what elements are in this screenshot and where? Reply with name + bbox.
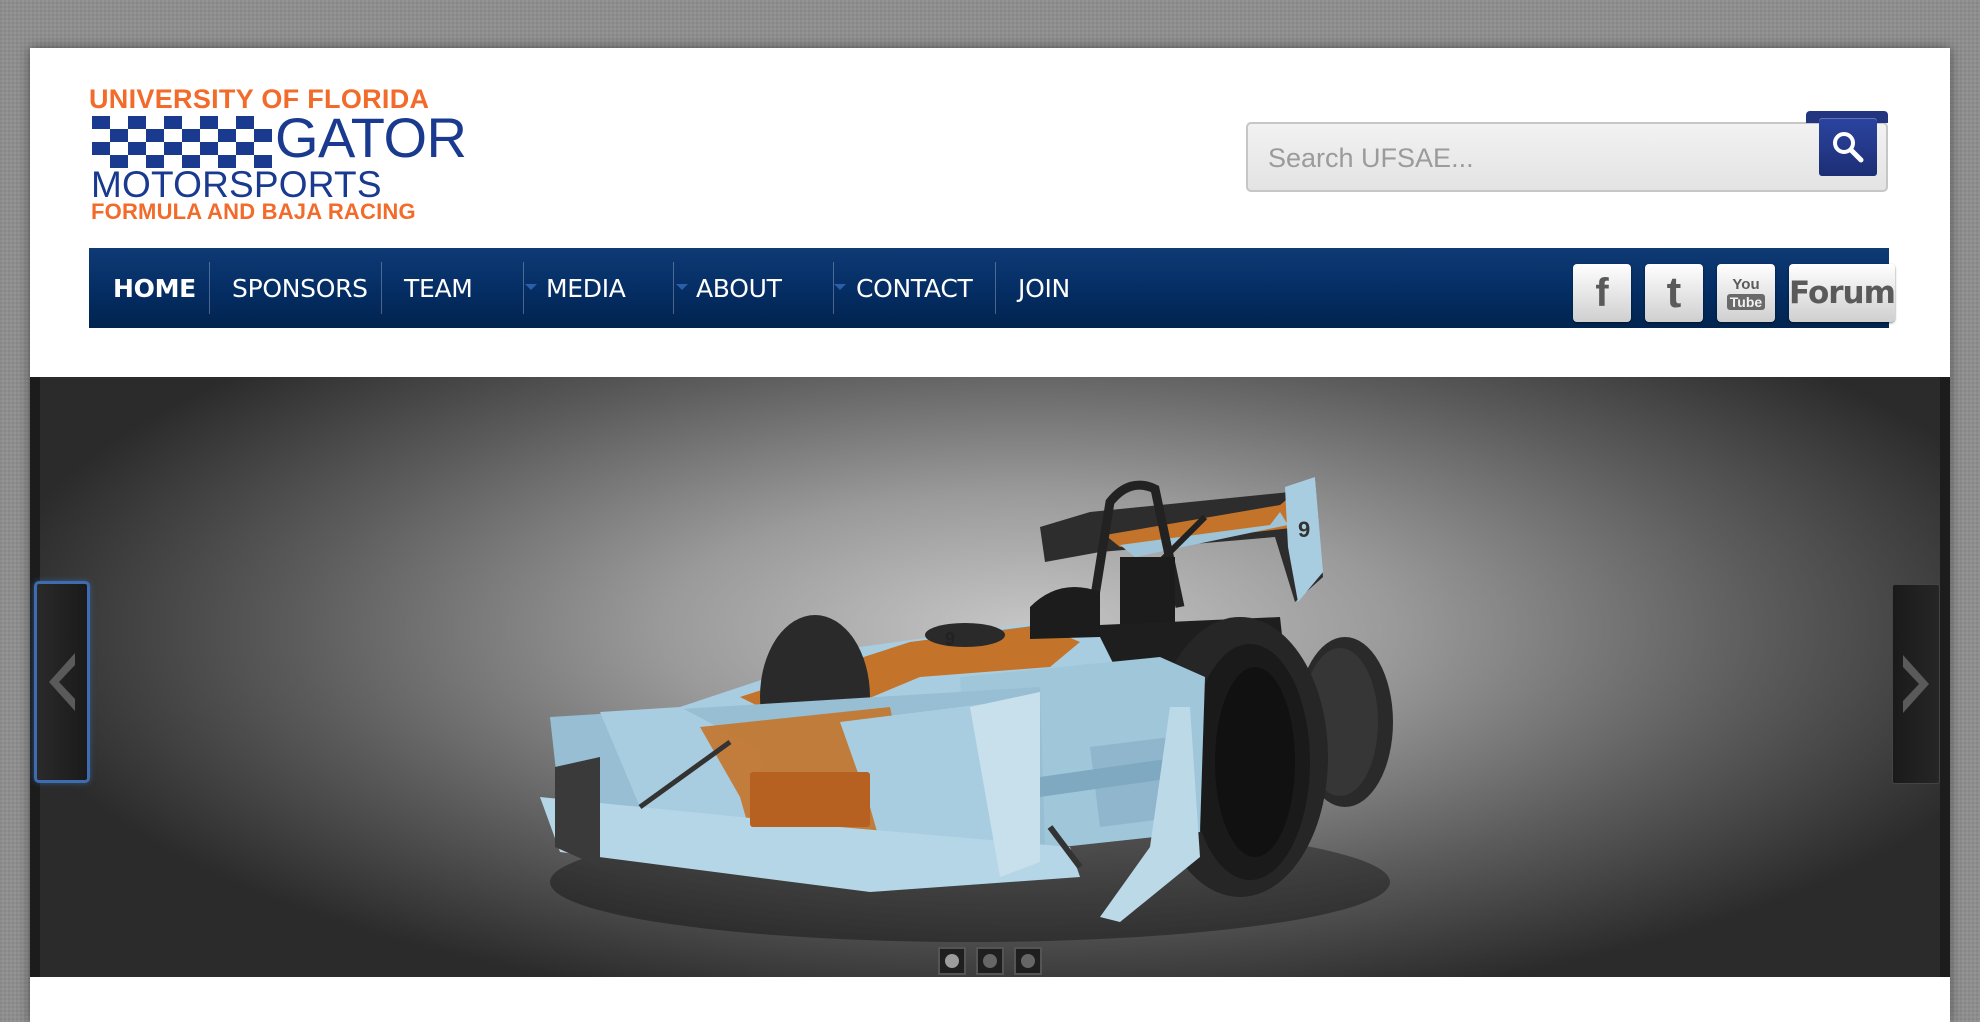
nav-item-about[interactable]: ABOUT [696,248,782,328]
nav-divider [995,262,996,314]
race-car-render-image: 9 9 [40,377,1940,977]
nav-item-join[interactable]: JOIN [1018,248,1070,328]
youtube-icon-top: You [1732,275,1760,293]
media-dropdown-caret-icon[interactable] [676,284,688,290]
search-input[interactable] [1266,138,1750,178]
search-icon [1833,132,1864,163]
checkered-flag-icon [92,116,274,168]
nav-divider [381,262,382,314]
race-car-illustration: 9 9 [540,477,1393,942]
youtube-icon-bottom: Tube [1726,293,1766,310]
car-number-rear: 9 [1298,517,1310,542]
team-dropdown-caret-icon[interactable] [525,284,537,290]
twitter-icon: t [1666,268,1682,317]
nav-divider [673,262,674,314]
nav-item-media[interactable]: MEDIA [546,248,626,328]
site-logo[interactable]: UNIVERSITY OF FLORIDA GATOR MOTORSPORTS … [89,85,481,225]
logo-gator-text: GATOR [275,106,467,169]
chevron-left-icon [49,653,75,711]
nav-divider [523,262,524,314]
slider-prev-button[interactable] [34,581,90,783]
forum-button[interactable]: Forum [1789,264,1896,322]
about-dropdown-caret-icon[interactable] [834,284,846,290]
slider-dot-2[interactable] [976,947,1004,975]
nav-item-home[interactable]: HOME [113,248,196,328]
slider-dot-1[interactable] [938,947,966,975]
main-navigation: HOME SPONSORS TEAM MEDIA ABOUT CONTACT J… [89,248,1896,328]
page-container: UNIVERSITY OF FLORIDA GATOR MOTORSPORTS … [30,48,1950,1022]
nav-item-sponsors[interactable]: SPONSORS [232,248,368,328]
slider-next-button[interactable] [1892,584,1940,784]
car-number-nose: 9 [945,629,955,649]
nav-item-team[interactable]: TEAM [404,248,473,328]
chevron-right-icon [1903,655,1929,713]
nav-divider [833,262,834,314]
nav-divider [209,262,210,314]
search-box [1246,122,1888,192]
search-button[interactable] [1819,118,1877,176]
nav-item-contact[interactable]: CONTACT [856,248,973,328]
hero-slider: 9 9 [30,377,1950,977]
forum-label: Forum [1789,275,1896,311]
youtube-button[interactable]: You Tube [1717,264,1775,322]
slider-dot-3[interactable] [1014,947,1042,975]
twitter-button[interactable]: t [1645,264,1703,322]
facebook-button[interactable]: f [1573,264,1631,322]
logo-subtitle-text: FORMULA AND BAJA RACING [91,199,416,224]
facebook-icon: f [1595,270,1609,315]
